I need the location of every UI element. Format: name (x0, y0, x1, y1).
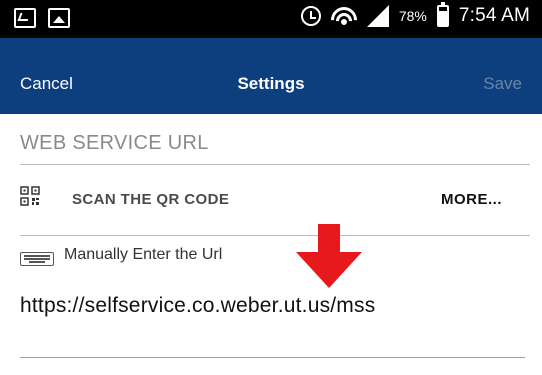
signal-icon (366, 5, 389, 27)
alarm-icon (300, 6, 321, 26)
keyboard-icon (20, 252, 54, 266)
page-title: Settings (237, 74, 305, 93)
battery-percent: 78% (398, 8, 427, 24)
divider (20, 235, 530, 236)
qr-code-icon (20, 186, 40, 206)
scan-qr-code-button[interactable]: SCAN THE QR CODE (72, 191, 229, 208)
divider (20, 164, 530, 165)
more-button[interactable]: MORE... (441, 191, 502, 208)
save-button[interactable]: Save (483, 74, 522, 94)
battery-icon (436, 2, 449, 27)
status-right-icons: 78% 7:54 AM (300, 2, 530, 27)
status-left-icons (14, 8, 70, 28)
url-input-underline (20, 357, 525, 358)
nav-bar: Cancel Settings Save (0, 38, 542, 114)
wifi-icon (330, 5, 357, 27)
qr-row[interactable]: SCAN THE QR CODE MORE... (20, 183, 510, 217)
notification-icon (14, 8, 36, 28)
image-icon (48, 8, 70, 28)
status-bar: 78% 7:54 AM (0, 0, 542, 38)
section-header-web-service-url: WEB SERVICE URL (20, 132, 209, 154)
status-time: 7:54 AM (458, 5, 530, 26)
down-arrow-icon (296, 224, 362, 288)
url-input[interactable] (20, 288, 525, 324)
manual-entry-label: Manually Enter the Url (64, 246, 223, 263)
